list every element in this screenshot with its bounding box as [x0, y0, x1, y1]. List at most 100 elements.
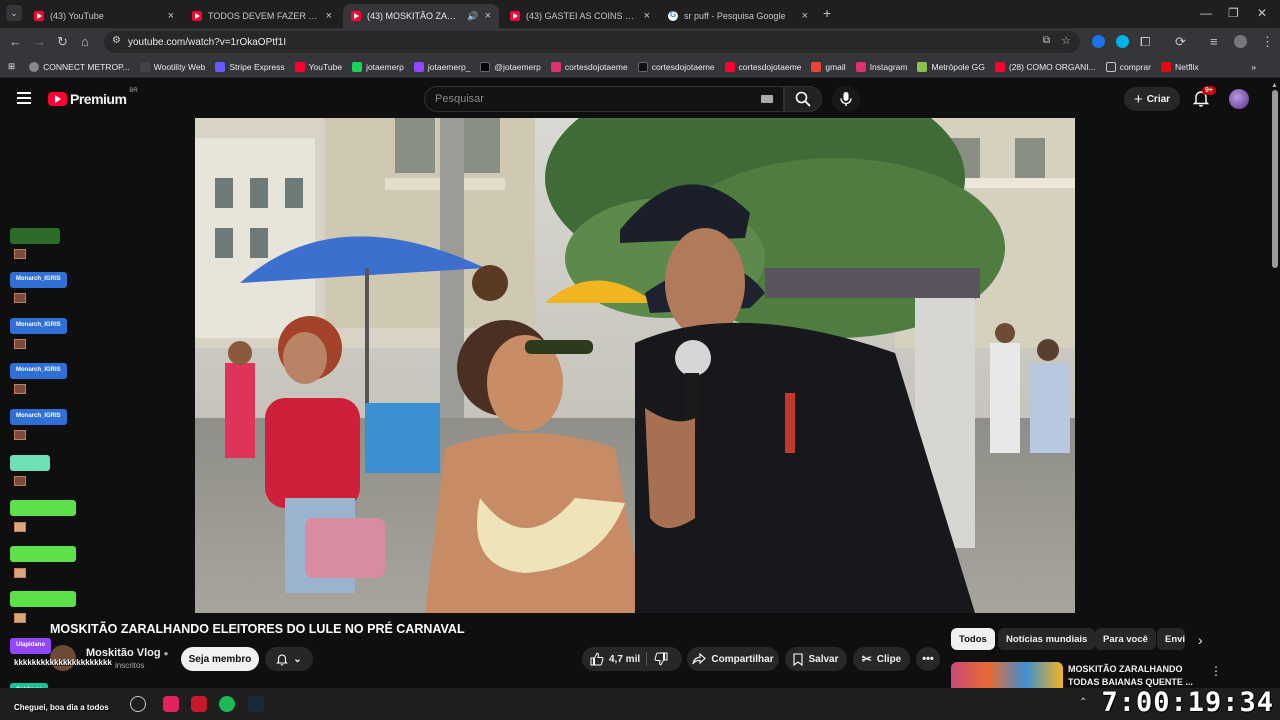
- like-dislike-group: 4,7 mil: [582, 647, 682, 671]
- tab-search-button[interactable]: ⌄: [6, 5, 22, 21]
- chip-todos[interactable]: Todos: [951, 628, 995, 650]
- join-button[interactable]: Seja membro: [181, 647, 259, 671]
- address-bar[interactable]: ⚙ youtube.com/watch?v=1rOkaOPtf1I ⧉ ☆: [104, 31, 1080, 53]
- youtube-premium-logo[interactable]: Premium BR: [48, 88, 138, 107]
- subscribe-notifications-button[interactable]: ⌄: [265, 647, 313, 671]
- chat-emote: [14, 384, 26, 394]
- dislike-button[interactable]: [654, 652, 668, 669]
- chip-enviados[interactable]: Envi: [1157, 628, 1185, 650]
- bookmark-item[interactable]: Metrópole GG: [917, 61, 985, 72]
- extension-icon[interactable]: [1116, 35, 1129, 48]
- more-actions-button[interactable]: •••: [916, 647, 940, 671]
- notifications-button[interactable]: 9+: [1192, 86, 1216, 112]
- chat-emote: [14, 339, 26, 349]
- keyboard-icon[interactable]: [761, 95, 773, 103]
- scrollbar-thumb[interactable]: [1272, 90, 1278, 268]
- tab-gastei-coins[interactable]: (43) GASTEI AS COINS DO BAN ×: [502, 4, 658, 28]
- tab-google-search[interactable]: sr puff - Pesquisa Google ×: [660, 4, 816, 28]
- related-video-title[interactable]: MOSKITÃO ZARALHANDO TODAS BAIANAS QUENTE…: [1068, 663, 1193, 689]
- bookmark-item[interactable]: jotaemerp: [352, 61, 404, 72]
- bookmark-item[interactable]: jotaemerp_: [413, 61, 471, 72]
- scroll-up-icon[interactable]: ▲: [1271, 82, 1278, 89]
- avatar[interactable]: [1229, 89, 1249, 109]
- apps-grid-icon[interactable]: ⊞: [8, 61, 15, 72]
- app-icon[interactable]: [191, 696, 207, 712]
- search-input[interactable]: Pesquisar: [424, 86, 784, 112]
- chip-para-voce[interactable]: Para você: [1095, 628, 1156, 650]
- close-window-button[interactable]: ✕: [1257, 6, 1267, 20]
- youtube-icon: [294, 61, 305, 72]
- chat-emote: [14, 293, 26, 303]
- bookmark-label: jotaemerp_: [427, 61, 471, 72]
- like-button[interactable]: 4,7 mil: [590, 652, 640, 666]
- close-tab-icon[interactable]: ×: [168, 10, 174, 22]
- voice-search-button[interactable]: [832, 86, 860, 112]
- bookmark-item[interactable]: cortesdojotaeme: [637, 61, 715, 72]
- bookmark-label: @jotaemerp: [494, 61, 541, 72]
- search-button[interactable]: [784, 86, 822, 112]
- bookmark-item[interactable]: Netflix: [1160, 61, 1199, 72]
- bookmark-folder[interactable]: comprar: [1105, 61, 1151, 72]
- minimize-button[interactable]: —: [1200, 6, 1212, 20]
- youtube-logo-icon: [48, 92, 67, 106]
- related-video-thumbnail[interactable]: [951, 662, 1063, 688]
- close-tab-icon[interactable]: ×: [644, 10, 650, 22]
- app-icon[interactable]: [163, 696, 179, 712]
- bookmark-item[interactable]: cortesdojotaeme: [724, 61, 801, 72]
- chevron-right-icon[interactable]: ›: [1198, 632, 1203, 648]
- browser-menu-icon[interactable]: ⋮: [1261, 34, 1274, 50]
- reading-list-icon[interactable]: ≡: [1210, 34, 1218, 49]
- bookmark-item[interactable]: cortesdojotaeme: [550, 61, 628, 72]
- bookmark-item[interactable]: @jotaemerp: [480, 61, 541, 72]
- bookmark-item[interactable]: gmail: [811, 61, 846, 72]
- related-more-icon[interactable]: ⋮: [1210, 664, 1222, 678]
- extension-icon[interactable]: [1092, 35, 1105, 48]
- bookmark-item[interactable]: CONNECT METROP...: [29, 61, 130, 72]
- share-button[interactable]: Compartilhar: [687, 647, 779, 671]
- bookmark-item[interactable]: (28) COMO ORGANI...: [994, 61, 1096, 72]
- bookmark-item[interactable]: Stripe Express: [215, 61, 285, 72]
- tab-youtube-home[interactable]: (43) YouTube ×: [26, 4, 182, 28]
- spotify-icon[interactable]: [219, 696, 235, 712]
- back-icon[interactable]: ←: [9, 34, 22, 49]
- save-button[interactable]: Salvar: [785, 647, 847, 671]
- close-tab-icon[interactable]: ×: [802, 10, 808, 22]
- tab-moskitao[interactable]: (43) MOSKITÃO ZARALHAN 🔊 ×: [343, 4, 499, 28]
- plus-icon: +: [1133, 90, 1143, 108]
- reload-icon[interactable]: ↻: [57, 34, 68, 50]
- video-player[interactable]: [195, 118, 1075, 613]
- clip-button[interactable]: ✂ Clipe: [853, 647, 910, 671]
- google-icon: [668, 10, 678, 21]
- close-tab-icon[interactable]: ×: [485, 10, 491, 22]
- bookmark-item[interactable]: Instagram: [855, 61, 907, 72]
- profile-sync-icon[interactable]: ⟳: [1175, 34, 1186, 50]
- tray-chevron-icon[interactable]: ⌃: [1079, 697, 1087, 708]
- steam-icon[interactable]: [248, 696, 264, 712]
- menu-icon[interactable]: [17, 92, 31, 104]
- instagram-icon: [550, 61, 561, 72]
- close-tab-icon[interactable]: ×: [326, 10, 332, 22]
- install-app-icon[interactable]: ⧉: [1043, 35, 1050, 46]
- new-tab-button[interactable]: +: [823, 5, 831, 21]
- youtube-icon: [724, 61, 735, 72]
- chip-noticias-mundiais[interactable]: Notícias mundiais: [998, 628, 1096, 650]
- avatar[interactable]: [1234, 35, 1247, 48]
- bookmark-label: comprar: [1119, 61, 1151, 72]
- tiktok-icon: [637, 61, 648, 72]
- home-icon[interactable]: ⌂: [81, 34, 89, 49]
- chat-username: Monarch_IGRIS: [10, 272, 67, 288]
- bookmark-item[interactable]: Wootility Web: [139, 61, 205, 72]
- bookmark-star-icon[interactable]: ☆: [1061, 34, 1071, 47]
- bookmark-label: Metrópole GG: [931, 61, 985, 72]
- thumbs-down-icon: [654, 652, 668, 666]
- extensions-puzzle-icon[interactable]: ⧠: [1140, 34, 1150, 50]
- speaker-icon[interactable]: 🔊: [467, 11, 478, 22]
- site-info-icon[interactable]: ⚙: [112, 35, 121, 46]
- bookmark-item[interactable]: YouTube: [294, 61, 342, 72]
- app-icon[interactable]: [130, 696, 146, 712]
- more-bookmarks-icon[interactable]: »: [1251, 62, 1256, 72]
- tab-todos-devem[interactable]: TODOS DEVEM FAZER ESSE ×: [184, 4, 340, 28]
- forward-icon[interactable]: →: [33, 34, 46, 49]
- maximize-button[interactable]: ❐: [1228, 6, 1239, 20]
- create-button[interactable]: + Criar: [1124, 87, 1180, 111]
